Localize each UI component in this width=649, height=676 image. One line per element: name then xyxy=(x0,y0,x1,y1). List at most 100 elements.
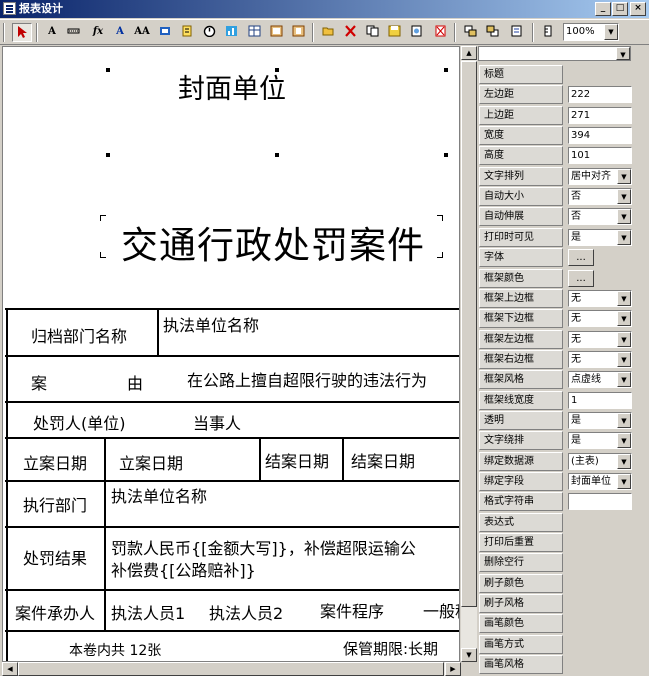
line-tool-icon[interactable] xyxy=(63,23,83,42)
text-tool-icon[interactable]: A xyxy=(42,23,62,42)
property-dropdown[interactable]: 是 ▼ xyxy=(568,411,632,429)
preview-icon[interactable] xyxy=(406,23,426,42)
selection-handle[interactable] xyxy=(275,153,279,157)
dropdown-arrow-icon[interactable]: ▼ xyxy=(617,453,631,469)
property-dropdown[interactable]: 否 ▼ xyxy=(568,208,632,226)
zoom-select[interactable]: 100% ▼ xyxy=(563,23,619,41)
handler-label[interactable]: 案件承办人 xyxy=(15,600,95,624)
dropdown-arrow-icon[interactable]: ▼ xyxy=(617,209,631,225)
copy-icon[interactable] xyxy=(362,23,382,42)
exec-dept-label[interactable]: 执行部门 xyxy=(23,492,87,516)
file-date-value[interactable]: 立案日期 xyxy=(119,450,183,474)
scroll-left-icon[interactable]: ◀ xyxy=(2,662,18,676)
bring-front-icon[interactable] xyxy=(460,23,480,42)
party-value[interactable]: 当事人 xyxy=(193,410,241,434)
retention-period[interactable]: 保管期限:长期 xyxy=(343,638,438,659)
minimize-button[interactable]: _ xyxy=(595,2,611,16)
property-dropdown[interactable]: 无 ▼ xyxy=(568,350,632,368)
timer-icon[interactable] xyxy=(199,23,219,42)
chart-tool-icon[interactable] xyxy=(221,23,241,42)
result-line-1[interactable]: 罚款人民币{[金额大写]}，补偿超限运输公 xyxy=(111,535,416,559)
property-input[interactable]: 271 xyxy=(568,106,632,124)
open-icon[interactable] xyxy=(318,23,338,42)
selection-handle[interactable] xyxy=(275,68,279,72)
property-dropdown[interactable]: 居中对齐 ▼ xyxy=(568,167,632,185)
dropdown-arrow-icon[interactable]: ▼ xyxy=(617,311,631,327)
result-line-2[interactable]: 补偿费{[公路赔补]} xyxy=(111,557,256,581)
frame-tool-2-icon[interactable] xyxy=(288,23,308,42)
procedure-value[interactable]: 一般程 xyxy=(423,598,459,622)
selection-handle[interactable] xyxy=(444,153,448,157)
property-ellipsis-button[interactable]: ... xyxy=(568,269,594,287)
scroll-right-icon[interactable]: ▶ xyxy=(445,662,461,676)
close-date-label[interactable]: 结案日期 xyxy=(265,448,329,472)
send-back-icon[interactable] xyxy=(482,23,502,42)
exec-dept-value[interactable]: 执法单位名称 xyxy=(111,483,207,507)
result-label[interactable]: 处罚结果 xyxy=(23,545,87,569)
property-dropdown[interactable]: 是 ▼ xyxy=(568,432,632,450)
selection-handle[interactable] xyxy=(106,153,110,157)
archive-dept-value[interactable]: 执法单位名称 xyxy=(163,312,259,336)
function-tool-icon[interactable]: fx xyxy=(88,23,108,42)
delete-icon[interactable] xyxy=(340,23,360,42)
handler-1[interactable]: 执法人员1 xyxy=(111,600,185,624)
object-selector-dropdown-icon[interactable]: ▼ xyxy=(616,47,630,60)
case-value[interactable]: 在公路上擅自超限行驶的违法行为 xyxy=(187,367,427,391)
property-dropdown[interactable]: 无 ▼ xyxy=(568,310,632,328)
dropdown-arrow-icon[interactable]: ▼ xyxy=(617,433,631,449)
cover-unit-label[interactable]: 封面单位 xyxy=(3,67,459,106)
close-button[interactable]: × xyxy=(630,2,646,16)
clear-icon[interactable] xyxy=(430,23,450,42)
property-dropdown[interactable]: (主表) ▼ xyxy=(568,452,632,470)
property-dropdown[interactable]: 否 ▼ xyxy=(568,188,632,206)
property-input[interactable]: 1 xyxy=(568,391,632,409)
case-label-part2[interactable]: 由 xyxy=(127,370,143,394)
property-input[interactable]: 222 xyxy=(568,86,632,104)
procedure-label[interactable]: 案件程序 xyxy=(320,598,384,622)
page-setup-icon[interactable] xyxy=(506,23,526,42)
zoom-dropdown-icon[interactable]: ▼ xyxy=(604,24,618,40)
horizontal-scrollbar[interactable]: ◀ ▶ xyxy=(2,662,461,676)
vertical-scroll-thumb[interactable] xyxy=(461,61,477,607)
dropdown-arrow-icon[interactable]: ▼ xyxy=(617,229,631,245)
horizontal-scroll-thumb[interactable] xyxy=(18,662,444,676)
property-input[interactable]: 101 xyxy=(568,147,632,165)
frame-tool-icon[interactable] xyxy=(266,23,286,42)
report-canvas[interactable]: 封面单位 交通行政处罚案件 归档部门名称 执法单位名称 案 由 在公路上擅自超限… xyxy=(2,46,460,662)
scroll-down-icon[interactable]: ▼ xyxy=(461,648,477,662)
property-dropdown[interactable]: 点虚线 ▼ xyxy=(568,371,632,389)
selection-handle[interactable] xyxy=(444,68,448,72)
font-smaller-icon[interactable]: A xyxy=(110,23,130,42)
party-label[interactable]: 处罚人(单位) xyxy=(33,410,126,434)
dropdown-arrow-icon[interactable]: ▼ xyxy=(617,290,631,306)
pointer-tool-icon[interactable] xyxy=(12,23,32,42)
dropdown-arrow-icon[interactable]: ▼ xyxy=(617,331,631,347)
object-selector[interactable]: ▼ xyxy=(478,46,631,61)
dropdown-arrow-icon[interactable]: ▼ xyxy=(617,372,631,388)
save-icon[interactable] xyxy=(384,23,404,42)
dropdown-arrow-icon[interactable]: ▼ xyxy=(617,168,631,184)
image-tool-icon[interactable] xyxy=(155,23,175,42)
maximize-button[interactable]: □ xyxy=(612,2,628,16)
scroll-up-icon[interactable]: ▲ xyxy=(461,46,477,60)
font-larger-icon[interactable]: AA xyxy=(132,23,152,42)
handler-2[interactable]: 执法人员2 xyxy=(209,600,283,624)
dropdown-arrow-icon[interactable]: ▼ xyxy=(617,189,631,205)
vertical-scrollbar[interactable]: ▲ ▼ xyxy=(461,46,477,662)
close-date-value[interactable]: 结案日期 xyxy=(351,448,415,472)
ruler-icon[interactable] xyxy=(538,23,558,42)
case-label-part1[interactable]: 案 xyxy=(31,370,47,394)
report-icon[interactable] xyxy=(177,23,197,42)
property-dropdown[interactable]: 封面单位 ▼ xyxy=(568,473,632,490)
property-input[interactable]: 394 xyxy=(568,127,632,145)
volume-count[interactable]: 本卷内共 12张 xyxy=(69,640,161,660)
selection-handle[interactable] xyxy=(106,68,110,72)
file-date-label[interactable]: 立案日期 xyxy=(23,450,87,474)
main-title[interactable]: 交通行政处罚案件 xyxy=(98,215,448,269)
dropdown-arrow-icon[interactable]: ▼ xyxy=(617,474,631,489)
dropdown-arrow-icon[interactable]: ▼ xyxy=(617,412,631,428)
dropdown-arrow-icon[interactable]: ▼ xyxy=(617,351,631,367)
archive-dept-label[interactable]: 归档部门名称 xyxy=(31,323,127,347)
table-tool-icon[interactable] xyxy=(244,23,264,42)
property-dropdown[interactable]: 无 ▼ xyxy=(568,330,632,348)
